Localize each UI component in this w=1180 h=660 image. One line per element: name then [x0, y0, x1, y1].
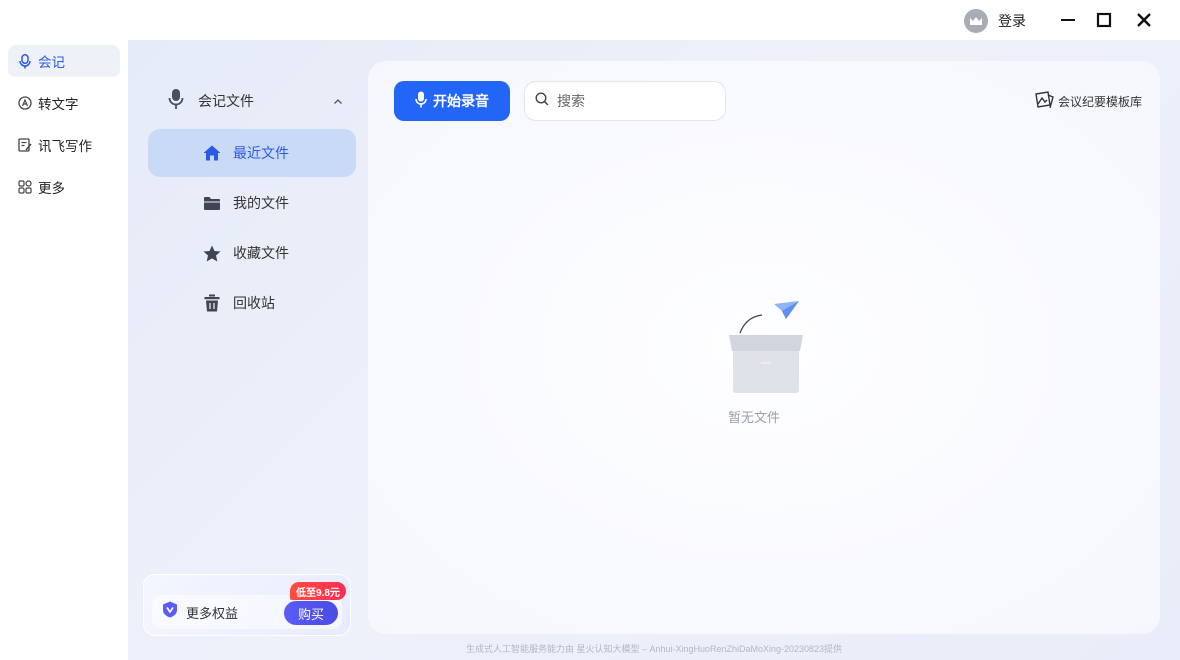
maximize-icon[interactable]	[1094, 10, 1114, 30]
template-library-label: 会议纪要模板库	[1057, 95, 1142, 109]
writing-icon	[18, 138, 32, 152]
vip-shield-icon	[162, 601, 178, 623]
app-window: 登录 会记 转文字 讯飞写作 更多 会记文件 最近文件 我的文件 收藏文件 回收…	[0, 0, 1180, 660]
start-recording-label: 开始录音	[433, 93, 489, 109]
promo-card: 更多权益 购买 低至9.8元	[143, 574, 351, 636]
file-item-label: 最近文件	[233, 145, 289, 161]
chevron-up-icon[interactable]	[333, 94, 343, 112]
nav-item-label: 会记	[38, 55, 65, 70]
file-item-recent[interactable]: 最近文件	[148, 129, 356, 177]
file-item-mine[interactable]: 我的文件	[148, 179, 356, 227]
footer-disclaimer: 生成式人工智能服务能力由 星火认知大模型 – Anhui-XingHuoRenZ…	[465, 644, 843, 654]
template-gallery-icon	[1034, 91, 1054, 112]
promo-label: 更多权益	[186, 605, 239, 621]
search-box[interactable]	[524, 81, 726, 121]
search-input[interactable]	[557, 93, 707, 109]
home-icon	[203, 144, 221, 162]
file-item-label: 收藏文件	[233, 245, 289, 261]
section-header-label: 会记文件	[198, 93, 254, 109]
template-library-link[interactable]: 会议纪要模板库	[1034, 91, 1142, 112]
microphone-icon	[18, 53, 32, 68]
search-icon	[535, 91, 549, 111]
nav-item-label: 讯飞写作	[38, 139, 92, 154]
empty-state-illustration	[724, 299, 810, 400]
nav-item-more[interactable]: 更多	[8, 171, 120, 203]
nav-item-huiji[interactable]: 会记	[8, 45, 120, 77]
file-item-favorites[interactable]: 收藏文件	[148, 229, 356, 277]
microphone-icon	[168, 88, 184, 115]
file-item-label: 我的文件	[233, 195, 289, 211]
price-badge: 低至9.8元	[290, 582, 346, 600]
minimize-icon[interactable]	[1058, 10, 1078, 30]
trash-icon	[203, 294, 221, 312]
buy-button[interactable]: 购买	[284, 601, 338, 625]
login-button[interactable]: 登录	[964, 9, 1026, 33]
grid-icon	[18, 180, 32, 194]
content-area: 会记文件 最近文件 我的文件 收藏文件 回收站 更多权益 购买 低至9.8元 开…	[128, 40, 1180, 660]
nav-item-writing[interactable]: 讯飞写作	[8, 129, 120, 161]
start-recording-button[interactable]: 开始录音	[394, 81, 510, 121]
microphone-icon	[415, 91, 427, 111]
file-item-label: 回收站	[233, 295, 275, 311]
empty-state-text: 暂无文件	[728, 410, 781, 425]
star-icon	[203, 244, 221, 262]
main-panel: 开始录音 会议纪要模板库	[368, 61, 1160, 634]
title-bar: 登录	[0, 0, 1180, 40]
close-icon[interactable]	[1134, 10, 1154, 30]
text-convert-icon	[18, 96, 32, 110]
nav-item-transcribe[interactable]: 转文字	[8, 87, 120, 119]
folder-icon	[203, 194, 221, 212]
avatar-icon	[964, 9, 988, 33]
login-label: 登录	[998, 13, 1026, 29]
section-header-huiji-files[interactable]: 会记文件	[168, 86, 343, 116]
left-nav: 会记 转文字 讯飞写作 更多	[0, 40, 128, 660]
file-item-trash[interactable]: 回收站	[148, 279, 356, 327]
nav-item-label: 转文字	[38, 97, 79, 112]
nav-item-label: 更多	[38, 181, 65, 196]
